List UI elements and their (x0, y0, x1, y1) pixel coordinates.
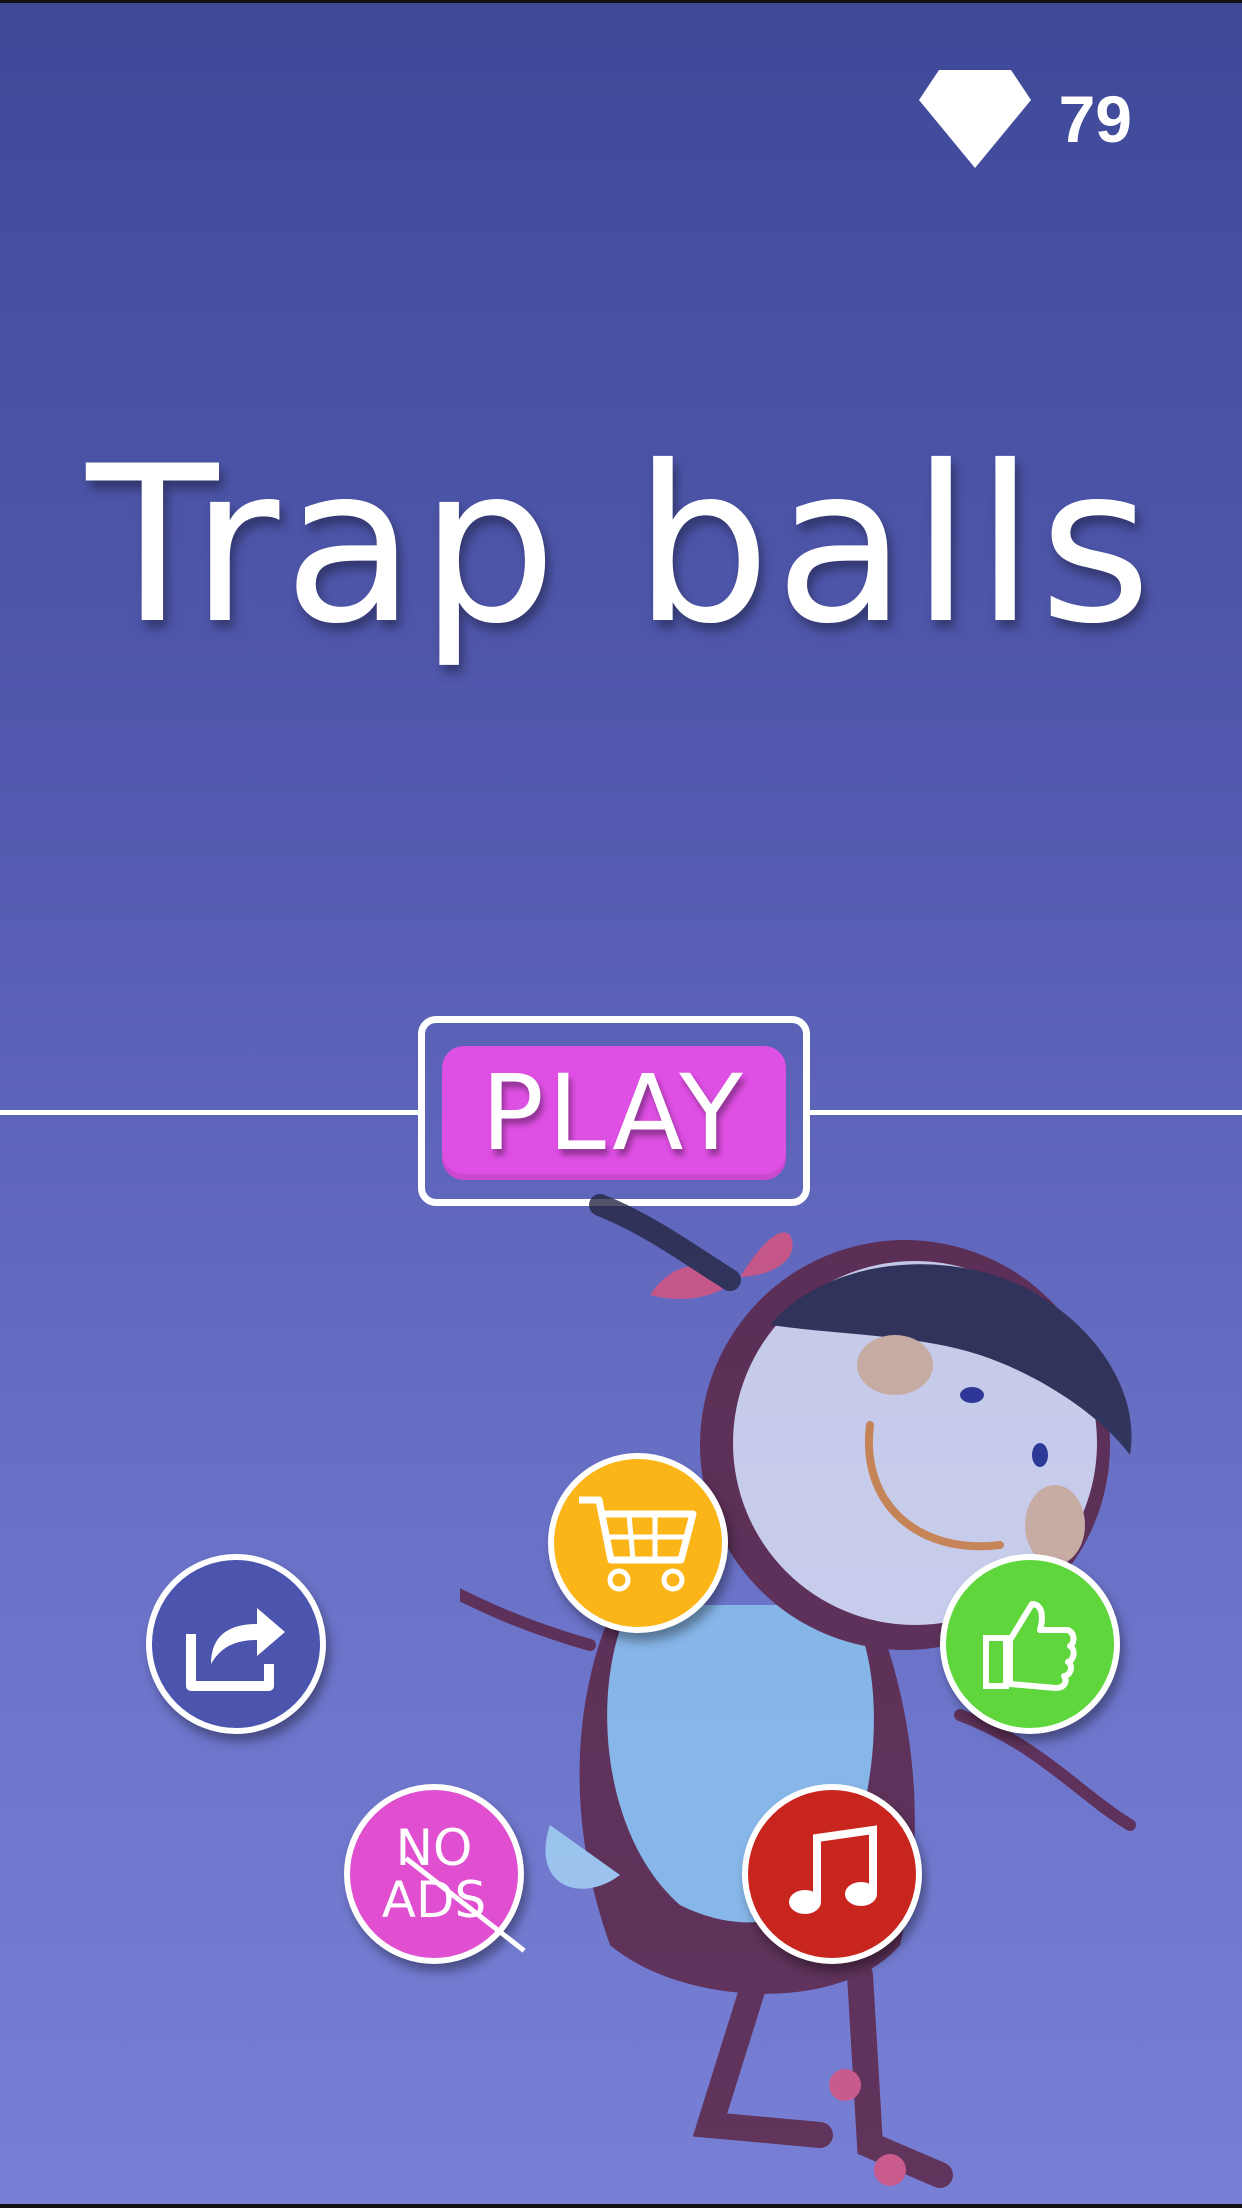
shop-button[interactable] (548, 1453, 728, 1633)
like-button[interactable] (940, 1554, 1120, 1734)
girl-mascot-illustration (460, 1194, 1136, 2188)
play-button[interactable]: PLAY (442, 1046, 786, 1180)
cart-icon (579, 1496, 697, 1592)
game-title: Trap balls (86, 420, 1156, 671)
music-button[interactable] (742, 1784, 922, 1964)
thumbs-up-icon (983, 1601, 1077, 1691)
divider-line-right (810, 1110, 1242, 1115)
top-edge (0, 0, 1242, 3)
music-note-icon (789, 1825, 877, 1914)
no-ads-button[interactable]: NO ADS (344, 1784, 526, 1964)
gem-count: 79 (1058, 82, 1132, 156)
no-ads-icon: NO ADS (382, 1822, 526, 1953)
diamond-icon (918, 70, 1031, 168)
gem-counter: 79 (918, 70, 1132, 168)
share-button[interactable] (146, 1554, 326, 1734)
bottom-edge (0, 2204, 1242, 2208)
share-icon (186, 1608, 285, 1691)
divider-line-left (0, 1110, 418, 1115)
